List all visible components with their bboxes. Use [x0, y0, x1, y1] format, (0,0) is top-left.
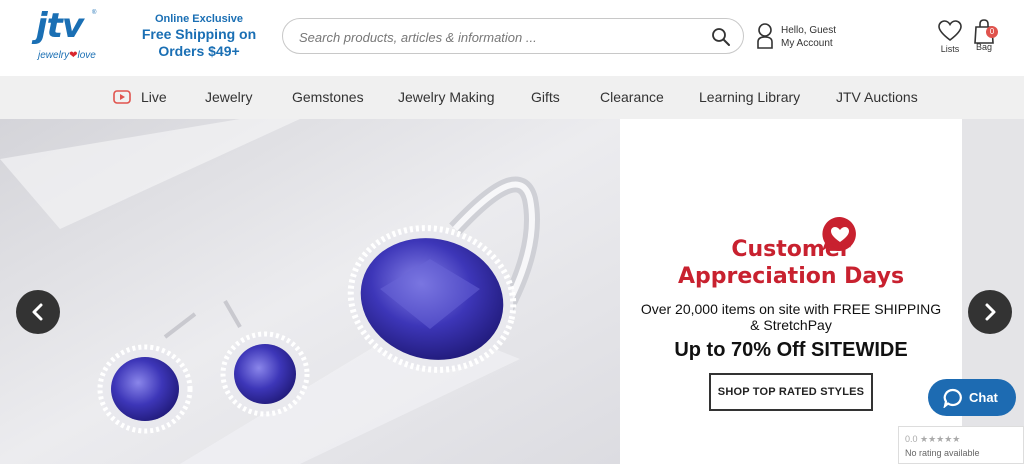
promo-description: Over 20,000 items on site with FREE SHIP…	[640, 301, 942, 333]
site-header: jtv ® jewelry❤love Online Exclusive Free…	[0, 0, 1024, 76]
live-video-icon[interactable]	[113, 90, 131, 104]
nav-item-jtv-auctions[interactable]: JTV Auctions	[836, 89, 918, 105]
logo-wordmark: jtv	[36, 6, 84, 46]
account-greeting: Hello, Guest	[781, 25, 837, 36]
account-menu[interactable]: Hello, Guest My Account	[756, 22, 846, 52]
bag-button[interactable]: 0 Bag	[972, 18, 998, 54]
nav-item-jewelry[interactable]: Jewelry	[205, 89, 252, 105]
lists-label: Lists	[940, 44, 960, 54]
chat-button[interactable]: Chat	[928, 379, 1016, 416]
nav-item-jewelry-making[interactable]: Jewelry Making	[398, 89, 494, 105]
promo-kicker: Online Exclusive	[154, 13, 244, 25]
nav-item-gifts[interactable]: Gifts	[531, 89, 560, 105]
hero-jewelry-image[interactable]	[0, 119, 620, 464]
promo-offer: Up to 70% Off SITEWIDE	[674, 339, 908, 361]
search-input[interactable]	[299, 27, 699, 47]
chat-label: Chat	[969, 390, 998, 405]
jtv-logo[interactable]: jtv ® jewelry❤love	[30, 6, 116, 68]
bag-count-badge: 0	[986, 26, 998, 38]
search-bar	[282, 18, 744, 54]
chevron-left-icon	[32, 303, 43, 321]
promo-line-2: Orders $49+	[158, 43, 240, 59]
my-account-link[interactable]: My Account	[781, 37, 836, 50]
logo-tagline: jewelry❤love	[38, 50, 96, 61]
prev-slide-button[interactable]	[16, 290, 60, 334]
chevron-right-icon	[985, 303, 996, 321]
shop-top-rated-button[interactable]: SHOP TOP RATED STYLES	[709, 373, 873, 411]
nav-item-live[interactable]: Live	[141, 89, 167, 105]
promo-title-line-2: Appreciation Days	[677, 264, 905, 289]
search-icon[interactable]	[711, 27, 731, 47]
promo-title-line-1: Customer	[731, 237, 851, 262]
next-slide-button[interactable]	[968, 290, 1012, 334]
rating-widget[interactable]: 0.0 ★★★★★ No rating available	[898, 426, 1024, 464]
free-shipping-promo[interactable]: Online Exclusive Free Shipping on Orders…	[138, 12, 260, 60]
heart-icon: ❤	[69, 50, 78, 61]
promo-line-1: Free Shipping on	[141, 26, 257, 42]
chat-bubble-icon	[943, 388, 962, 408]
lists-button[interactable]: Lists	[938, 20, 962, 54]
rating-score: 0.0 ★★★★★	[905, 434, 961, 444]
hero-carousel: Customer Appreciation Days Over 20,000 i…	[0, 119, 1024, 464]
heart-outline-icon	[938, 20, 962, 42]
nav-item-clearance[interactable]: Clearance	[600, 89, 664, 105]
rating-text: No rating available	[905, 448, 980, 458]
nav-item-learning-library[interactable]: Learning Library	[699, 89, 800, 105]
nav-item-gemstones[interactable]: Gemstones	[292, 89, 364, 105]
user-icon	[756, 22, 774, 50]
bag-label: Bag	[975, 42, 992, 52]
main-nav: Live Jewelry Gemstones Jewelry Making Gi…	[0, 76, 1024, 119]
promo-panel: Customer Appreciation Days Over 20,000 i…	[620, 119, 962, 464]
